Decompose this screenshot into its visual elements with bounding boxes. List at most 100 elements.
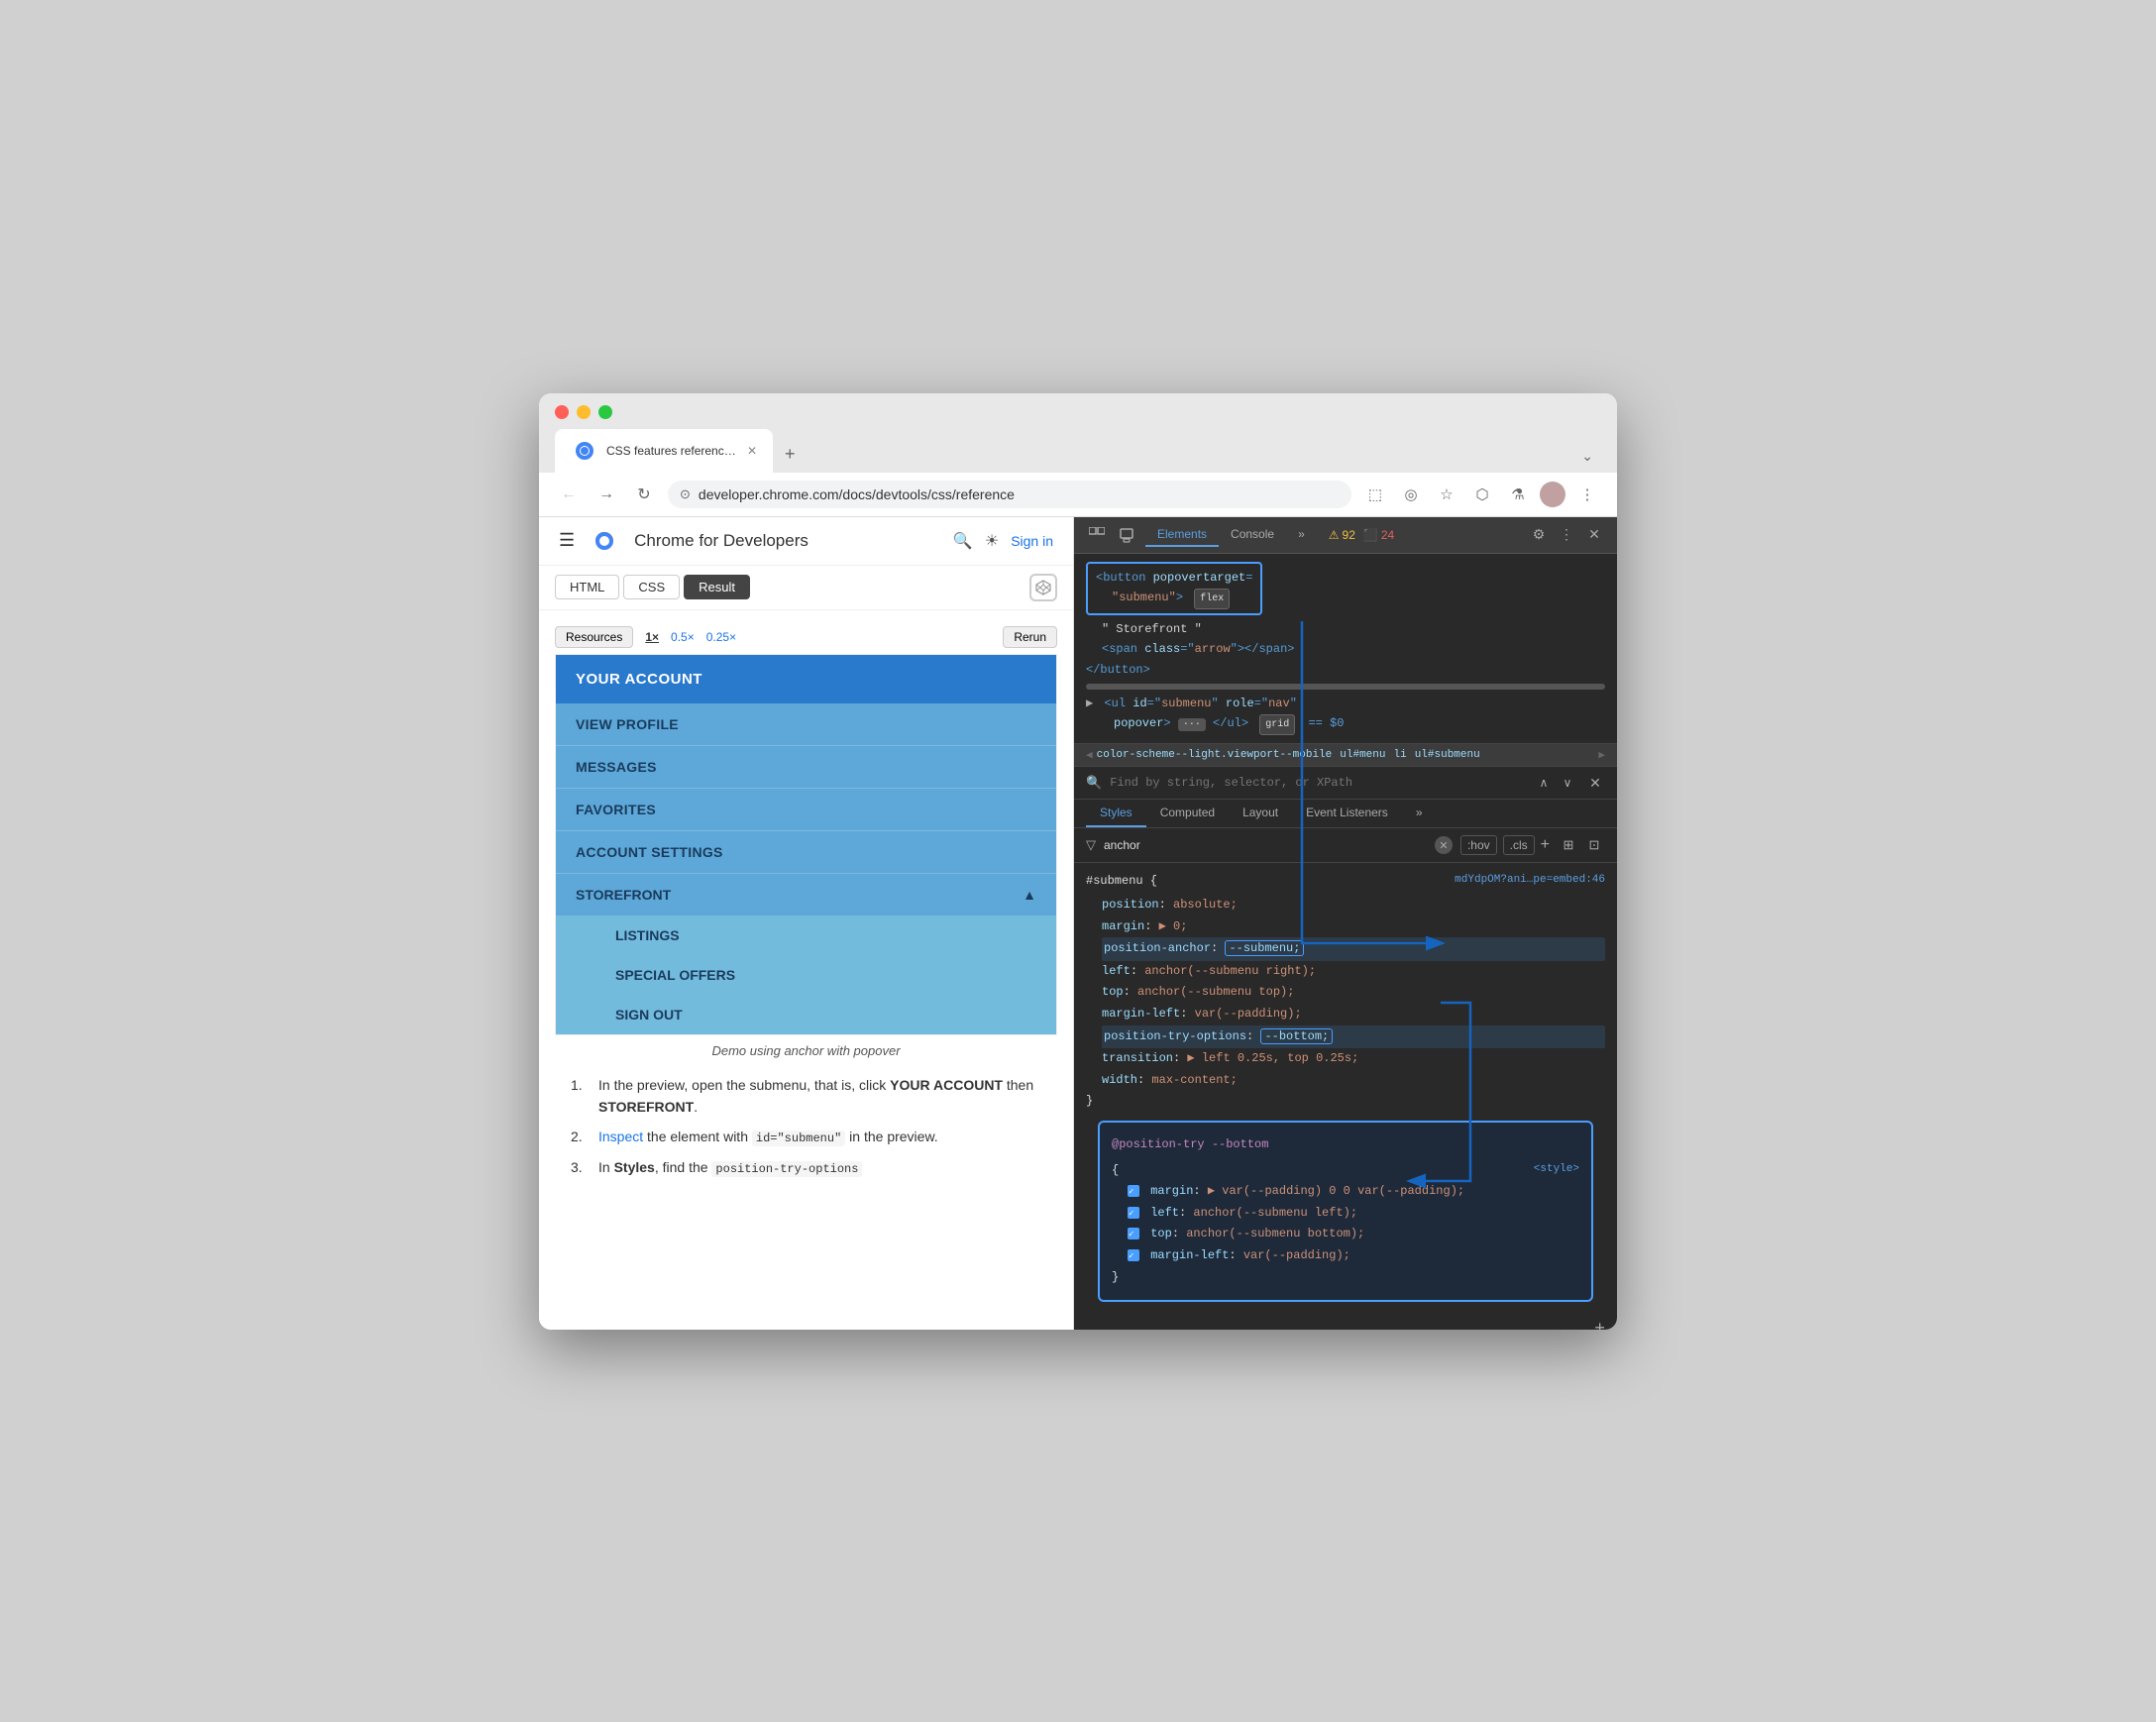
position-try-options-value: --bottom; — [1260, 1028, 1333, 1044]
error-icon: ⬛ — [1363, 528, 1378, 542]
url-bar[interactable]: ⊙ developer.chrome.com/docs/devtools/css… — [668, 481, 1351, 508]
tag-eq: = — [1245, 571, 1252, 585]
filter-input[interactable] — [1104, 838, 1427, 852]
preview-icon-container — [1029, 574, 1057, 601]
toggle-element-state-icon[interactable]: ⊡ — [1583, 834, 1605, 856]
hamburger-icon[interactable]: ☰ — [559, 530, 575, 551]
checkbox-margin-left[interactable] — [1128, 1249, 1139, 1261]
submenu-item-sign-out[interactable]: SIGN OUT — [556, 995, 1056, 1034]
demo-description: Demo using anchor with popover — [555, 1035, 1057, 1066]
flask-icon[interactable]: ⚗ — [1504, 481, 1532, 508]
tree-ul-popover: popover> ··· </ul> grid == $0 — [1086, 713, 1605, 735]
zoom-0-25x[interactable]: 0.25× — [702, 628, 740, 646]
find-close-button[interactable]: ✕ — [1585, 773, 1605, 793]
submenu-item-listings[interactable]: LISTINGS — [556, 915, 1056, 955]
tab-close-button[interactable]: ✕ — [747, 444, 757, 458]
user-avatar[interactable] — [1540, 482, 1565, 507]
breadcrumb-item-3[interactable]: li — [1393, 749, 1406, 761]
cast-icon[interactable]: ⬚ — [1361, 481, 1389, 508]
find-prev-button[interactable]: ∧ — [1534, 773, 1554, 793]
extensions-icon[interactable]: ⬡ — [1468, 481, 1496, 508]
menu-item-storefront[interactable]: STOREFRONT ▲ — [556, 874, 1056, 915]
zoom-0-5x[interactable]: 0.5× — [667, 628, 699, 646]
bookmark-icon[interactable]: ☆ — [1433, 481, 1460, 508]
add-rule-icon[interactable]: + — [1594, 1320, 1605, 1329]
tab-result[interactable]: Result — [684, 575, 750, 599]
devtools-tab-console[interactable]: Console — [1219, 523, 1286, 547]
lock-icon: ⊙ — [680, 486, 691, 502]
step-1-num: 1. — [571, 1074, 591, 1119]
camera-icon[interactable]: ◎ — [1397, 481, 1425, 508]
checkbox-left[interactable] — [1128, 1207, 1139, 1219]
search-icon[interactable]: 🔍 — [953, 531, 973, 551]
breadcrumb-item-2[interactable]: ul#menu — [1340, 749, 1385, 761]
add-style-icon[interactable]: + — [1541, 836, 1550, 854]
device-toggle-icon[interactable] — [1116, 524, 1137, 546]
ellipsis-badge[interactable]: ··· — [1178, 718, 1206, 731]
grid-badge[interactable]: grid — [1259, 714, 1295, 735]
expand-triangle-ul[interactable]: ▶ — [1086, 697, 1093, 710]
resources-button[interactable]: Resources — [555, 626, 633, 648]
webpage-nav: ☰ Chrome for Developers 🔍 ☀ Sign in — [539, 517, 1073, 566]
styles-tab-more[interactable]: » — [1402, 800, 1437, 827]
breadcrumb-left-arrow[interactable]: ◀ — [1086, 748, 1093, 762]
tab-more-button[interactable]: ⌄ — [1573, 440, 1601, 473]
minimize-button[interactable] — [577, 405, 591, 419]
menu-item-favorites[interactable]: FAVORITES — [556, 789, 1056, 831]
styles-tab-layout[interactable]: Layout — [1229, 800, 1292, 827]
sign-in-link[interactable]: Sign in — [1011, 533, 1053, 549]
reload-button[interactable]: ↻ — [630, 481, 658, 508]
codepen-icon[interactable] — [1029, 574, 1057, 601]
element-picker-icon[interactable] — [1086, 524, 1108, 546]
breadcrumb-right-arrow[interactable]: ▶ — [1598, 748, 1605, 762]
browser-window: CSS features reference | Chr ✕ + ⌄ ← → ↻… — [539, 393, 1617, 1330]
menu-item-view-profile[interactable]: VIEW PROFILE — [556, 703, 1056, 746]
webpage-panel: ☰ Chrome for Developers 🔍 ☀ Sign in — [539, 517, 1074, 1330]
submenu-item-special-offers[interactable]: SPECIAL OFFERS — [556, 955, 1056, 995]
tree-span-arrow: <span class="arrow"></span> — [1086, 639, 1605, 659]
checkbox-margin[interactable] — [1128, 1185, 1139, 1197]
forward-button[interactable]: → — [593, 481, 620, 508]
account-header[interactable]: YOUR ACCOUNT — [556, 655, 1056, 703]
theme-icon[interactable]: ☀ — [985, 531, 999, 551]
devtools-tab-elements[interactable]: Elements — [1145, 523, 1219, 547]
find-input[interactable] — [1110, 776, 1526, 790]
new-style-rule-icon[interactable]: ⊞ — [1558, 834, 1579, 856]
breadcrumb-item-4[interactable]: ul#submenu — [1415, 749, 1480, 761]
zoom-1x[interactable]: 1× — [641, 628, 663, 646]
breadcrumb-item-1[interactable]: color-scheme--light.viewport--mobile — [1097, 749, 1333, 761]
webpage-nav-icons: 🔍 ☀ Sign in — [953, 531, 1053, 551]
cls-button[interactable]: .cls — [1503, 835, 1535, 855]
back-button[interactable]: ← — [555, 481, 583, 508]
devtools-more-icon[interactable]: ⋮ — [1556, 524, 1577, 546]
hov-button[interactable]: :hov — [1460, 835, 1497, 855]
flex-badge[interactable]: flex — [1194, 589, 1230, 609]
styles-tab-event-listeners[interactable]: Event Listeners — [1292, 800, 1402, 827]
menu-item-account-settings[interactable]: ACCOUNT SETTINGS — [556, 831, 1056, 874]
find-next-button[interactable]: ∨ — [1558, 773, 1577, 793]
inspect-link[interactable]: Inspect — [598, 1129, 643, 1144]
devtools-settings-icon[interactable]: ⚙ — [1528, 524, 1550, 546]
devtools-close-icon[interactable]: ✕ — [1583, 524, 1605, 546]
browser-tab[interactable]: CSS features reference | Chr ✕ — [555, 429, 773, 473]
rerun-button[interactable]: Rerun — [1003, 626, 1057, 648]
checkbox-top[interactable] — [1128, 1228, 1139, 1239]
css-prop-left: left: anchor(--submenu right); — [1102, 961, 1605, 983]
css-file-ref[interactable]: mdYdpOM?ani…pe=embed:46 — [1455, 871, 1605, 891]
close-button[interactable] — [555, 405, 569, 419]
demo-area: Resources 1× 0.5× 0.25× Rerun YOUR ACCOU… — [539, 610, 1073, 1330]
tab-css[interactable]: CSS — [623, 575, 680, 599]
tab-html[interactable]: HTML — [555, 575, 619, 599]
new-tab-button[interactable]: + — [773, 436, 808, 473]
menu-item-messages[interactable]: MESSAGES — [556, 746, 1056, 789]
equals-dollar: == $0 — [1308, 716, 1344, 730]
style-tag-link[interactable]: <style> — [1534, 1160, 1579, 1180]
styles-tab-styles[interactable]: Styles — [1086, 800, 1146, 827]
clear-filter-button[interactable]: ✕ — [1435, 836, 1453, 854]
maximize-button[interactable] — [598, 405, 612, 419]
account-menu: YOUR ACCOUNT VIEW PROFILE MESSAGES FAVOR… — [556, 655, 1056, 1034]
add-rule-button-container: + — [1086, 1310, 1605, 1329]
styles-tab-computed[interactable]: Computed — [1146, 800, 1229, 827]
menu-icon[interactable]: ⋮ — [1573, 481, 1601, 508]
devtools-tab-more[interactable]: » — [1286, 523, 1317, 547]
